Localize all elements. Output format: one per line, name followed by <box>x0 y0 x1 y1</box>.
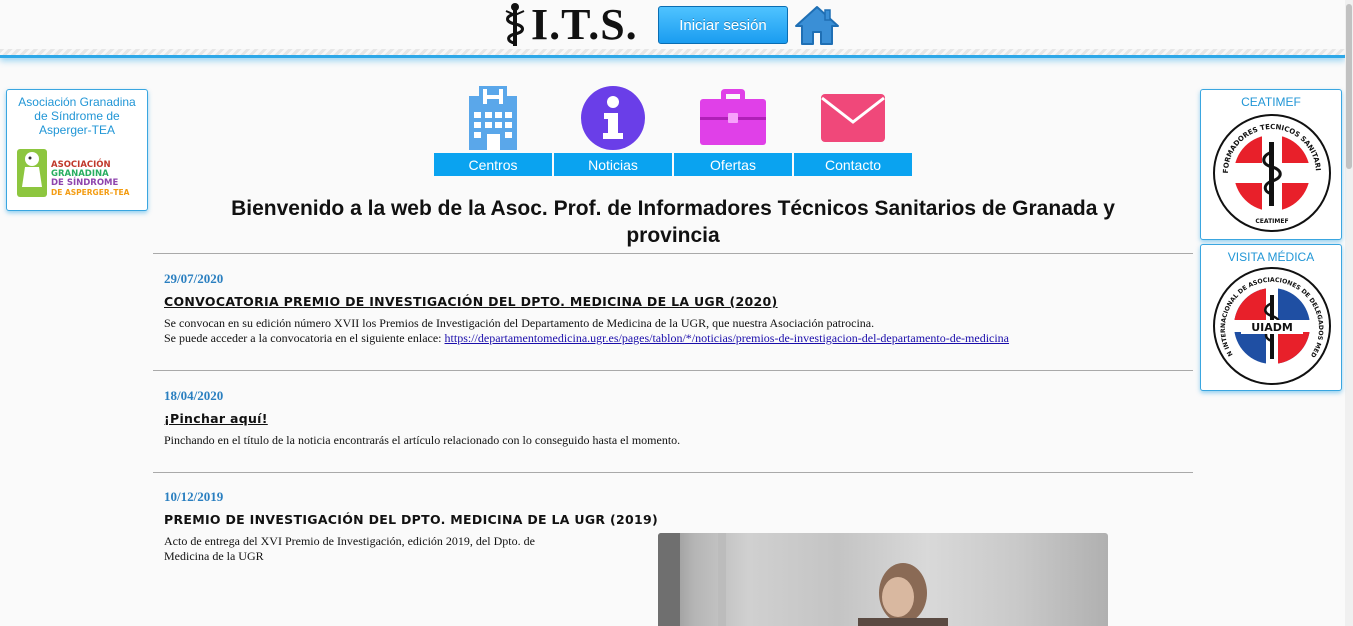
photo-scene <box>658 533 948 626</box>
logo-line-3: DE SÍNDROME <box>51 178 119 188</box>
nav-centros-label[interactable]: Centros <box>434 153 552 176</box>
ceatimef-logo[interactable]: INFORMADORES TECNICOS SANITARIOS CEATIME… <box>1211 112 1333 234</box>
child-figure-icon <box>17 149 47 197</box>
envelope-icon <box>821 94 885 142</box>
news-body: Se convocan en su edición número XVII lo… <box>164 316 1009 346</box>
ceatimef-box[interactable]: CEATIMEF INFORMADORES TECNICOS SANITARIO… <box>1200 89 1342 240</box>
visita-medica-box[interactable]: VISITA MÉDICA UIADM UNION INTERNACIONAL … <box>1200 244 1342 391</box>
uiadm-logo-text: UIADM <box>1251 321 1293 334</box>
divider <box>153 472 1193 473</box>
briefcase-icon <box>700 89 766 145</box>
news-title-link[interactable]: ¡Pinchar aquí! <box>164 411 268 426</box>
news-body-line: Se puede acceder a la convocatoria en el… <box>164 331 445 345</box>
news-date: 10/12/2019 <box>164 489 224 504</box>
news-title[interactable]: PREMIO DE INVESTIGACIÓN DEL DPTO. MEDICI… <box>164 512 658 527</box>
news-date: 18/04/2020 <box>164 388 224 403</box>
news-body-line: Se convocan en su edición número XVII lo… <box>164 316 875 330</box>
info-icon <box>581 86 645 150</box>
hospital-icon <box>469 86 517 150</box>
login-button[interactable]: Iniciar sesión <box>658 6 788 44</box>
asperger-association-box[interactable]: Asociación Granadina de Síndrome de Aspe… <box>6 89 148 211</box>
award-ceremony-photo[interactable] <box>658 533 1108 626</box>
caduceus-icon <box>505 3 525 46</box>
news-date: 29/07/2020 <box>164 271 224 286</box>
news-body-line: Acto de entrega del XVI Premio de Invest… <box>164 534 535 548</box>
logo-line-4: DE ASPERGER–TEA <box>51 188 130 197</box>
page-scrollbar[interactable] <box>1345 0 1353 626</box>
ceatimef-logo-label: CEATIMEF <box>1255 218 1288 225</box>
news-body: Pinchando en el título de la noticia enc… <box>164 433 681 447</box>
welcome-heading: Bienvenido a la web de la Asoc. Prof. de… <box>231 197 1115 247</box>
asperger-association-logo[interactable]: ASOCIACIÓN GRANADINA DE SÍNDROME DE ASPE… <box>15 147 145 202</box>
nav-ofertas-label[interactable]: Ofertas <box>674 153 792 176</box>
nav-noticias-label[interactable]: Noticias <box>554 153 672 176</box>
home-icon[interactable] <box>794 4 840 46</box>
divider <box>153 253 1193 254</box>
news-body-line: Medicina de la UGR <box>164 549 264 563</box>
nav-contacto-label[interactable]: Contacto <box>794 153 912 176</box>
top-bar: I.T.S. Iniciar sesión <box>0 0 1345 58</box>
news-title-link[interactable]: CONVOCATORIA PREMIO DE INVESTIGACIÓN DEL… <box>164 294 778 309</box>
logo-text: I.T.S. <box>531 0 638 49</box>
divider <box>153 370 1193 371</box>
visita-medica-title: VISITA MÉDICA <box>1227 250 1315 264</box>
scrollbar-thumb[interactable] <box>1346 4 1352 169</box>
uiadm-logo[interactable]: UIADM UNION INTERNACIONAL DE ASOCIACIONE… <box>1211 265 1333 387</box>
site-logo[interactable]: I.T.S. <box>503 2 638 48</box>
top-bar-stripe <box>0 49 1345 55</box>
ceatimef-title: CEATIMEF <box>1241 95 1301 109</box>
convocatoria-link[interactable]: https://departamentomedicina.ugr.es/page… <box>445 331 1009 345</box>
asperger-association-title: Asociación Granadina de Síndrome de Aspe… <box>18 95 136 137</box>
news-body: Acto de entrega del XVI Premio de Invest… <box>164 534 535 564</box>
